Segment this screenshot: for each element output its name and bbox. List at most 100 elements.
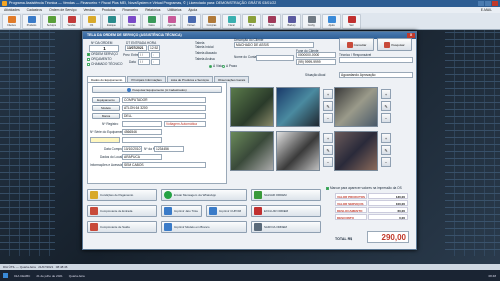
tabela-opt-1[interactable]: Tabela Inicial	[195, 45, 213, 49]
menu-item[interactable]: Financeiro	[122, 8, 138, 12]
imprimir-jato-tinta-button[interactable]: Imprimir Jato Tinta	[161, 205, 202, 217]
cliente-field[interactable]: MACHADO DE ASSIS	[234, 42, 314, 48]
equipment-photo-4[interactable]	[230, 131, 274, 171]
data-hora-field[interactable]: :	[151, 59, 160, 65]
equipment-photo-1[interactable]	[230, 87, 274, 127]
equipment-photo-2[interactable]	[276, 87, 320, 127]
data-compra-field[interactable]: 10/10/2010	[122, 146, 142, 152]
menu-item[interactable]: Ajuda	[188, 8, 197, 12]
hora-field[interactable]: 12:52	[148, 45, 160, 51]
toolbar-button[interactable]: Compras	[202, 14, 221, 29]
toolbar-button[interactable]: Produtos	[22, 14, 41, 29]
tecnico-select[interactable]	[339, 57, 413, 63]
maximize-icon[interactable]	[485, 1, 491, 6]
serie-field[interactable]: 4566546	[122, 129, 162, 135]
menu-item[interactable]: Atividades	[4, 8, 20, 12]
menu-item[interactable]: Vendas	[83, 8, 94, 12]
np-field[interactable]	[122, 121, 162, 127]
condicoes-pagamento-button[interactable]: Condições de Pagamento	[87, 189, 157, 201]
toolbar-button[interactable]: Estoque	[102, 14, 121, 29]
toolbar-button[interactable]: NF-e	[242, 14, 261, 29]
toolbar-button[interactable]: Config.	[302, 14, 321, 29]
marca-field[interactable]: DELL	[122, 113, 206, 119]
checkbox-icon[interactable]	[326, 186, 329, 190]
add-photo-icon[interactable]: +	[323, 133, 333, 143]
tabela-opt-3[interactable]: Tabela Avulsa	[195, 57, 215, 61]
equipamento-button[interactable]: Equipamento	[92, 97, 120, 103]
add-photo-icon[interactable]: +	[381, 89, 391, 99]
pesquisar-equipamento-button[interactable]: Pesquisar Equipamento (A Cadastrados)	[92, 86, 222, 93]
toolbar-button[interactable]: Vendas	[62, 14, 81, 29]
prev-entrega-field[interactable]: / /	[138, 52, 150, 58]
excluir-ordem-button[interactable]: EXCLUIR ORDEM	[251, 205, 321, 217]
taskbar-item[interactable]: 01A CEABC	[14, 274, 30, 278]
consultar-button[interactable]: Consultar	[339, 38, 374, 51]
tabela-opt-2[interactable]: Tabela Atacado	[195, 51, 217, 55]
whatsapp-button[interactable]: Enviar Mensagem via WhatsApp	[161, 189, 247, 201]
add-photo-icon[interactable]: +	[381, 133, 391, 143]
toolbar-button[interactable]: Fornec.	[182, 14, 201, 29]
acessorios-field[interactable]: SEM CABOS	[122, 162, 206, 168]
sair-ordem-button[interactable]: SAIR DA ORDEM	[251, 221, 321, 233]
menu-item[interactable]: Produtos	[102, 8, 116, 12]
data-field[interactable]: / /	[138, 59, 150, 65]
modelo-button[interactable]: Modelo	[92, 105, 120, 111]
remove-photo-icon[interactable]: −	[323, 157, 333, 167]
equipment-photo-3[interactable]	[334, 87, 378, 127]
summary-value[interactable]: 100,00	[368, 200, 408, 206]
email-menu[interactable]: E-MAIL	[481, 8, 492, 12]
toolbar-button[interactable]: Ajuda	[322, 14, 341, 29]
menu-item[interactable]: Cadastros	[27, 8, 42, 12]
situacao-select[interactable]: Aguardando Aprovação	[339, 72, 413, 78]
comprovante-entrada-button[interactable]: Comprovante de Entrada	[87, 205, 157, 217]
imprimir-cupom-button[interactable]: Imprimir CUPOM	[206, 205, 247, 217]
radio-icon[interactable]	[222, 64, 225, 68]
equipamento-field[interactable]: COMPUTADOR	[122, 97, 206, 103]
toolbar-button[interactable]: Clientes	[2, 14, 21, 29]
comprovante-saida-button[interactable]: Comprovante de Saída	[87, 221, 157, 233]
extra-field[interactable]	[90, 137, 120, 143]
prev-hora-field[interactable]: :	[151, 52, 160, 58]
toolbar-button[interactable]: Sair	[342, 14, 361, 29]
radio-icon[interactable]	[209, 64, 212, 68]
remove-photo-icon[interactable]: −	[381, 113, 391, 123]
checkbox-icon[interactable]	[87, 57, 90, 61]
start-icon[interactable]	[3, 273, 8, 278]
toolbar-button[interactable]: Contas	[122, 14, 141, 29]
dt-entrada-field[interactable]: 13/07/2021	[125, 45, 147, 51]
menu-item[interactable]: Utilitários	[167, 8, 181, 12]
imprimir-modelo-branco-button[interactable]: Imprimir Modelo em Branco	[161, 221, 247, 233]
marca-button[interactable]: Marca	[92, 113, 120, 119]
voltagem-select[interactable]: Voltagem Automática	[164, 121, 206, 127]
add-photo-icon[interactable]: +	[323, 89, 333, 99]
summary-value[interactable]: 60,00	[368, 207, 408, 213]
close-icon[interactable]	[492, 1, 498, 6]
edit-photo-icon[interactable]: ✎	[381, 101, 391, 111]
contato-field[interactable]	[256, 55, 294, 61]
pesquisar-button[interactable]: Pesquisar	[377, 38, 412, 51]
summary-value[interactable]: 0,00	[368, 214, 408, 220]
menu-item[interactable]: Relatórios	[145, 8, 160, 12]
edit-photo-icon[interactable]: ✎	[323, 145, 333, 155]
equipment-photo-6[interactable]	[334, 131, 378, 171]
remove-photo-icon[interactable]: −	[381, 157, 391, 167]
toolbar-button[interactable]: Serviços	[42, 14, 61, 29]
minimize-icon[interactable]	[478, 1, 484, 6]
salvar-ordem-button[interactable]: SALVAR ORDEM	[251, 189, 321, 201]
local-field[interactable]: ARAPUCA	[122, 154, 162, 160]
checkbox-icon[interactable]	[87, 62, 90, 66]
remove-photo-icon[interactable]: −	[323, 113, 333, 123]
os-number-field[interactable]: 1	[89, 45, 119, 52]
toolbar-button[interactable]: Agenda	[162, 14, 181, 29]
edit-photo-icon[interactable]: ✎	[381, 145, 391, 155]
equipment-photo-5[interactable]	[276, 131, 320, 171]
toolbar-button[interactable]: Fiscal	[222, 14, 241, 29]
toolbar-button[interactable]: Backup	[282, 14, 301, 29]
celular-field[interactable]: (99) 9999-9999	[296, 59, 336, 65]
toolbar-button[interactable]: Caixa	[142, 14, 161, 29]
extra-field-2[interactable]	[122, 137, 162, 143]
fone-field[interactable]: 0000000-0000	[296, 52, 336, 58]
nf-field[interactable]: 1234456	[154, 146, 184, 152]
toolbar-button[interactable]: Relat.	[262, 14, 281, 29]
modelo-field[interactable]: ATLON 64 3200	[122, 105, 206, 111]
